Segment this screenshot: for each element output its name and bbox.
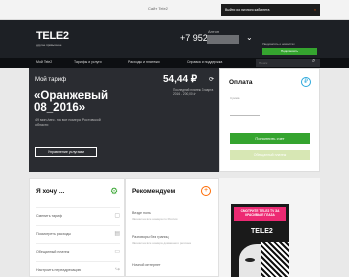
want-row-label: Обещанный платеж (36, 250, 70, 254)
payment-panel: Оплата ₽ Сумма Пополнить счет Обещанный … (219, 68, 320, 172)
ruble-icon: ₽ (301, 77, 311, 87)
search-input[interactable]: Поиск (256, 59, 320, 67)
phone-number[interactable]: +7 952 (180, 33, 208, 43)
logout-link[interactable]: Выйти из личного кабинета (225, 8, 269, 12)
i-want-card: Я хочу ... ⚙ Сменить тариф ▢ Посмотреть … (29, 178, 125, 277)
close-icon[interactable]: × (314, 4, 316, 16)
want-row-change-tariff[interactable]: Сменить тариф ▢ (36, 207, 120, 225)
site-link[interactable]: Сайт Tele2 (148, 6, 168, 11)
tele2-logo[interactable]: TELE2 (36, 30, 69, 42)
recommend-item[interactable]: Разговоры без границ Звонки на все номер… (132, 235, 214, 245)
recommend-item[interactable]: Ночной интернет (132, 263, 214, 267)
wallet-icon: ▭ (114, 249, 120, 255)
ad-area: СМОТРИТЕ TELE2 TV ЗА КРАСИВЫЕ ГЛАЗА TELE… (219, 178, 320, 277)
chart-icon: ▤ (114, 231, 120, 237)
tariff-description: 49 мин./мес. на все номера Ростовской об… (35, 118, 101, 127)
page: Сайт Tele2 Выйти из личного кабинета × T… (0, 0, 349, 277)
i-want-title: Я хочу ... (36, 188, 65, 195)
notify-toggle[interactable]: Уведомлять о новостях (262, 32, 317, 46)
want-row-expenses[interactable]: Посмотреть расходы ▤ (36, 225, 120, 243)
sum-input[interactable] (230, 115, 260, 116)
forward-icon: ↪ (114, 267, 120, 273)
phone-number-redacted (207, 35, 239, 44)
recommend-title: Рекомендуем (132, 188, 176, 195)
promised-payment-button[interactable]: Обещанный платеж (230, 150, 310, 160)
tele2-tv-banner[interactable]: СМОТРИТЕ TELE2 TV ЗА КРАСИВЫЕ ГЛАЗА TELE… (231, 204, 289, 277)
main-nav: Мой Tele2 Тарифы и услуги Расходы и плат… (0, 58, 349, 68)
payment-title: Оплата (229, 79, 253, 86)
recommend-card: Рекомендуем + Везде ноль Звонки на все н… (125, 178, 219, 277)
banner-eye (245, 258, 255, 262)
recommend-item-title: Разговоры без границ (132, 235, 169, 239)
top-utility-bar: Сайт Tele2 Выйти из личного кабинета × (0, 0, 349, 20)
want-row-label: Посмотреть расходы (36, 232, 71, 236)
last-payment-info: Последний платеж 3 марта 2016 - 200,00 ₽ (173, 88, 214, 96)
nav-item-my-tele2[interactable]: Мой Tele2 (36, 60, 52, 64)
recommend-item-title: Везде ноль (132, 211, 151, 215)
nav-item-tariffs[interactable]: Тарифы и услуги (74, 60, 102, 64)
recommend-item-sub: Звонки на все номера домашнего региона (132, 241, 191, 245)
recommend-item-sub: Звонки на все номера по России (132, 217, 178, 221)
tariff-label: Мой тариф (35, 77, 67, 83)
search-placeholder: Поиск (259, 61, 268, 65)
refresh-icon[interactable]: ⟳ (209, 76, 214, 83)
chevron-down-icon[interactable]: ⌄ (246, 33, 253, 42)
banner-pattern (261, 242, 289, 277)
search-icon[interactable]: ⌕ (312, 58, 315, 65)
banner-logo: TELE2 (251, 228, 273, 235)
logout-bar[interactable]: Выйти из личного кабинета × (221, 4, 320, 16)
nav-item-expenses[interactable]: Расходы и платежи (128, 60, 160, 64)
tariff-name: «Оранжевый 08_2016» (34, 90, 109, 114)
top-up-button[interactable]: Пополнить счет (230, 133, 310, 144)
recommend-item[interactable]: Везде ноль Звонки на все номера по Росси… (132, 211, 214, 221)
recommend-item-title: Ночной интернет (132, 263, 161, 267)
logo-tagline: другое привычное (36, 43, 62, 47)
connect-button[interactable]: Подключить (262, 48, 317, 55)
tariff-icon: ▢ (114, 213, 120, 219)
gear-icon[interactable]: ⚙ (110, 186, 118, 197)
account-name: Антон (208, 29, 220, 34)
sum-label: Сумма (230, 96, 240, 100)
notify-toggle-label: Уведомлять о новостях (262, 42, 295, 46)
banner-headline: СМОТРИТЕ TELE2 TV ЗА КРАСИВЫЕ ГЛАЗА (234, 207, 286, 221)
want-row-label: Сменить тариф (36, 214, 63, 218)
balance-amount: 54,44 ₽ (163, 74, 198, 85)
want-row-label: Настроить переадресацию (36, 268, 82, 272)
tariff-panel: Мой тариф «Оранжевый 08_2016» 49 мин./ме… (29, 68, 219, 172)
want-row-forwarding[interactable]: Настроить переадресацию ↪ (36, 261, 120, 277)
plus-icon[interactable]: + (201, 186, 211, 196)
manage-services-button[interactable]: Управление услугами (35, 147, 97, 157)
nav-item-help[interactable]: Справка и поддержка (187, 60, 222, 64)
header: TELE2 другое привычное Антон +7 952 ⌄ Ув… (0, 20, 349, 58)
want-row-promised-payment[interactable]: Обещанный платеж ▭ (36, 243, 120, 261)
